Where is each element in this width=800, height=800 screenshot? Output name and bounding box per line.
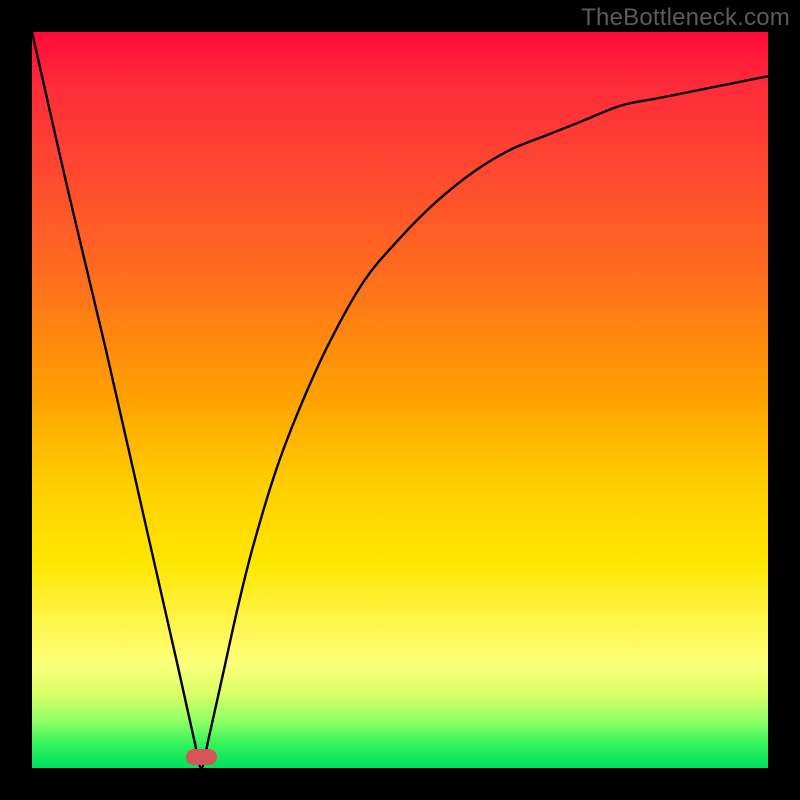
curve-path [32, 32, 768, 768]
bottleneck-curve [32, 32, 768, 768]
plot-area [32, 32, 768, 768]
watermark-text: TheBottleneck.com [581, 4, 790, 32]
chart-frame: TheBottleneck.com [0, 0, 800, 800]
optimal-point-marker [186, 749, 217, 765]
